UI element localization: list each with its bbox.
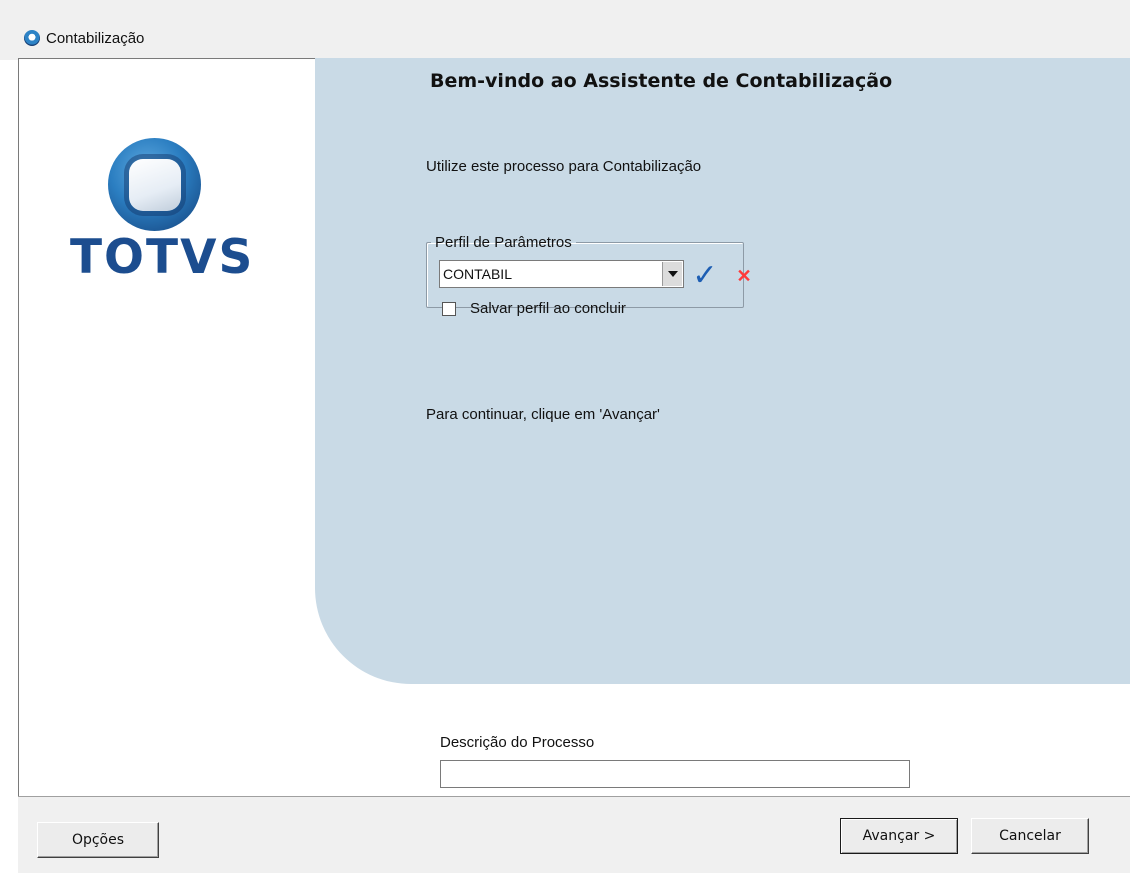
app-icon (24, 30, 40, 46)
profile-legend: Perfil de Parâmetros (435, 234, 572, 251)
totvs-logo: TOTVS (70, 138, 255, 308)
description-label: Descrição do Processo (440, 734, 595, 751)
logo-globe-inner (129, 159, 181, 211)
logo-globe-icon (108, 138, 201, 231)
cancel-button[interactable]: Cancelar (971, 818, 1089, 854)
wizard-panel (315, 58, 1130, 684)
wizard-heading: Bem-vindo ao Assistente de Contabilizaçã… (430, 70, 893, 92)
save-profile-checkbox[interactable] (442, 302, 456, 316)
continue-hint: Para continuar, clique em 'Avançar' (426, 406, 660, 423)
checkmark-icon[interactable]: ✓ (688, 260, 722, 292)
x-icon[interactable]: ✕ (732, 264, 756, 288)
next-button[interactable]: Avançar > (840, 818, 958, 854)
profile-select[interactable]: CONTABIL (439, 260, 684, 288)
footer-bar (18, 796, 1130, 873)
window-title: Contabilização (46, 30, 145, 47)
save-profile-label: Salvar perfil ao concluir (470, 300, 626, 317)
chevron-down-icon[interactable] (662, 262, 682, 286)
profile-select-value: CONTABIL (443, 266, 512, 282)
title-bar: Contabilização (0, 0, 1130, 60)
logo-text: TOTVS (70, 230, 255, 285)
options-button[interactable]: Opções (37, 822, 159, 858)
intro-text: Utilize este processo para Contabilizaçã… (426, 158, 702, 175)
description-input[interactable] (440, 760, 910, 788)
